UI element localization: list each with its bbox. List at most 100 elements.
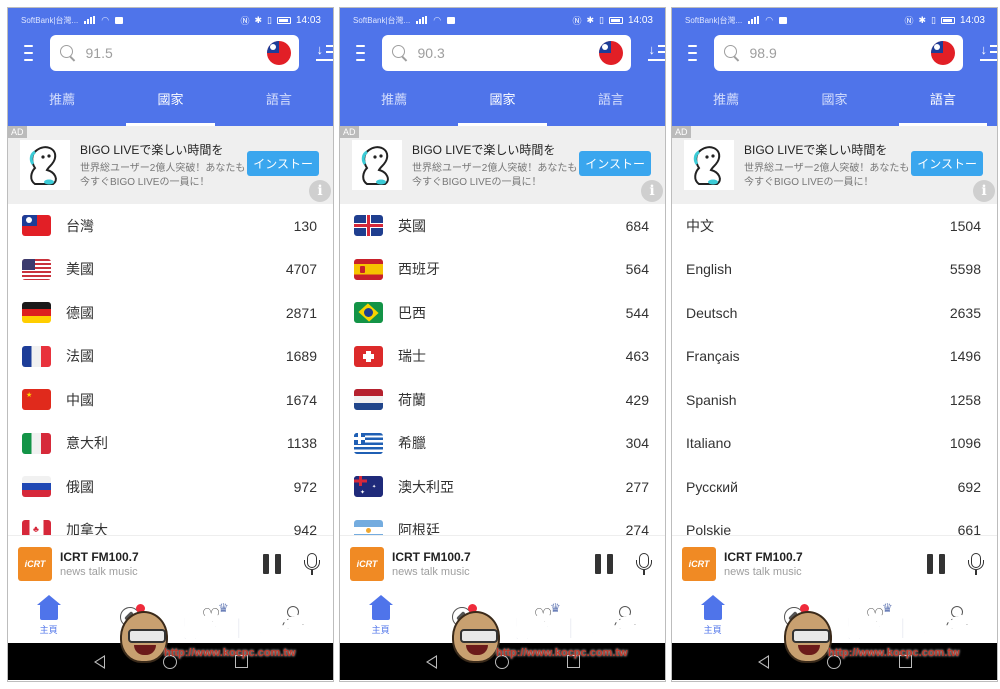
install-button[interactable]: インストー [911,151,983,176]
mini-player[interactable]: iCRT ICRT FM100.7 news talk music [340,535,665,591]
flag-br-icon [354,302,383,324]
item-name: 台灣 [66,217,94,234]
nav-favorites[interactable]: ♡ [835,591,916,643]
search-input[interactable] [749,45,931,61]
list-item[interactable]: ♣ 加拿大 942 [8,509,333,535]
info-icon[interactable]: i [973,180,995,202]
ad-banner[interactable]: AD BIGO LIVEで楽しい時間を 世界総ユーザー2億人突破！あなたも今すぐ… [8,126,333,204]
tab-language[interactable]: 語言 [557,74,665,126]
nav-discover[interactable] [89,591,170,643]
home-icon [36,595,61,620]
list-item[interactable]: 中文 1504 [672,204,997,248]
list-item[interactable]: 英國 684 [340,204,665,248]
menu-icon[interactable] [688,45,697,61]
app-header: SoftBank|台灣... ◠ Ⓝ ✱ ▯ 14:03 [340,8,665,126]
nav-profile[interactable] [916,591,997,643]
nfc-icon: Ⓝ [904,15,914,26]
nav-profile[interactable] [252,591,333,643]
nav-home[interactable]: 主頁 [672,591,753,643]
list-item[interactable]: 德國 2871 [8,291,333,335]
list-item[interactable]: 意大利 1138 [8,422,333,466]
pause-button[interactable] [595,553,613,574]
nav-favorites[interactable]: ♡ [503,591,584,643]
list-item[interactable]: Français 1496 [672,335,997,379]
search-bar[interactable] [381,35,631,71]
back-icon[interactable] [93,654,105,669]
back-icon[interactable] [425,654,437,669]
nav-home[interactable]: 主頁 [340,591,421,643]
search-input[interactable] [85,45,267,61]
system-home-icon[interactable] [826,654,841,669]
tab-recommended[interactable]: 推薦 [8,74,116,126]
back-icon[interactable] [757,654,769,669]
tab-recommended[interactable]: 推薦 [672,74,780,126]
tab-language[interactable]: 語言 [889,74,997,126]
pause-button[interactable] [927,553,945,574]
station-subtitle: news talk music [724,565,802,578]
tab-recommended[interactable]: 推薦 [340,74,448,126]
microphone-icon[interactable] [303,552,321,575]
list-item[interactable]: 瑞士 463 [340,335,665,379]
list-item[interactable]: Italiano 1096 [672,422,997,466]
sort-icon[interactable]: ↓ [979,42,997,64]
nav-discover[interactable] [421,591,502,643]
menu-icon[interactable] [356,45,365,61]
list-item[interactable]: 西班牙 564 [340,248,665,292]
recent-apps-icon[interactable] [234,655,248,668]
recent-apps-icon[interactable] [566,655,580,668]
list-item[interactable]: Polskie 661 [672,509,997,535]
tab-bar: 推薦 國家 語言 [340,74,665,126]
mini-player[interactable]: iCRT ICRT FM100.7 news talk music [8,535,333,591]
list-item[interactable]: 荷蘭 429 [340,378,665,422]
nav-discover[interactable] [753,591,834,643]
ad-banner[interactable]: AD BIGO LIVEで楽しい時間を 世界総ユーザー2億人突破！あなたも今すぐ… [672,126,997,204]
system-home-icon[interactable] [494,654,509,669]
search-bar[interactable] [49,35,299,71]
tab-language[interactable]: 語言 [225,74,333,126]
station-count: 692 [957,478,981,495]
info-icon[interactable]: i [641,180,663,202]
sort-icon[interactable]: ↓ [315,42,333,64]
recent-apps-icon[interactable] [898,655,912,668]
search-bar[interactable] [713,35,963,71]
mini-player[interactable]: iCRT ICRT FM100.7 news talk music [672,535,997,591]
item-name: 美國 [66,261,94,278]
list-item[interactable]: 美國 4707 [8,248,333,292]
flag-tw-icon [22,215,51,237]
tab-country[interactable]: 國家 [780,74,888,126]
region-flag-icon[interactable] [930,41,955,65]
install-button[interactable]: インストー [247,151,319,176]
search-input[interactable] [417,45,599,61]
list-item[interactable]: Spanish 1258 [672,378,997,422]
nav-home[interactable]: 主頁 [8,591,89,643]
system-home-icon[interactable] [162,654,177,669]
list-item[interactable]: 阿根廷 274 [340,509,665,535]
list-item[interactable]: Deutsch 2635 [672,291,997,335]
list-item[interactable]: English 5598 [672,248,997,292]
tab-country[interactable]: 國家 [116,74,224,126]
list-item[interactable]: 俄國 972 [8,465,333,509]
status-bar: SoftBank|台灣... ◠ Ⓝ ✱ ▯ 14:03 [340,8,665,32]
install-button[interactable]: インストー [579,151,651,176]
info-icon[interactable]: i [309,180,331,202]
nav-favorites[interactable]: ♡ [171,591,252,643]
station-count: 274 [625,522,649,535]
region-flag-icon[interactable] [598,41,623,65]
item-name: 西班牙 [398,261,440,278]
menu-icon[interactable] [24,45,33,61]
microphone-icon[interactable] [635,552,653,575]
list-item[interactable]: 法國 1689 [8,335,333,379]
tab-country[interactable]: 國家 [448,74,556,126]
ad-banner[interactable]: AD BIGO LIVEで楽しい時間を 世界総ユーザー2億人突破！あなたも今すぐ… [340,126,665,204]
list-item[interactable]: ★ 中國 1674 [8,378,333,422]
list-item[interactable]: ✦ ✦ 澳大利亞 277 [340,465,665,509]
pause-button[interactable] [263,553,281,574]
sort-icon[interactable]: ↓ [647,42,665,64]
nav-profile[interactable] [584,591,665,643]
region-flag-icon[interactable] [266,41,291,65]
list-item[interactable]: 台灣 130 [8,204,333,248]
list-item[interactable]: 希臘 304 [340,422,665,466]
list-item[interactable]: Русский 692 [672,465,997,509]
microphone-icon[interactable] [967,552,985,575]
list-item[interactable]: 巴西 544 [340,291,665,335]
